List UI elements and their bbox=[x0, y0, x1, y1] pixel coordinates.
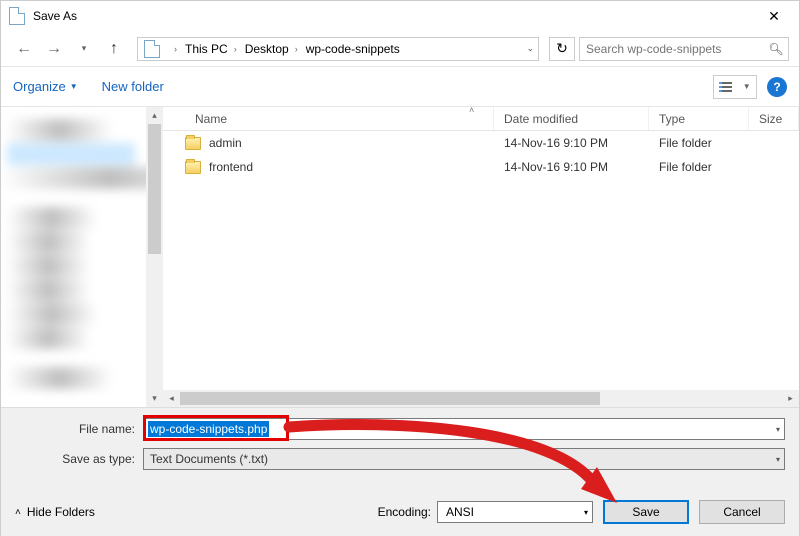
address-bar[interactable]: › This PC› Desktop› wp-code-snippets ⌄ bbox=[137, 37, 539, 61]
file-date: 14-Nov-16 9:10 PM bbox=[494, 136, 649, 150]
chevron-down-icon: ▼ bbox=[743, 82, 751, 91]
scroll-up-icon[interactable]: ▴ bbox=[146, 107, 163, 124]
encoding-combobox[interactable]: ANSI ▾ bbox=[437, 501, 593, 523]
save-button[interactable]: Save bbox=[603, 500, 689, 524]
cancel-button[interactable]: Cancel bbox=[699, 500, 785, 524]
main-pane: ▴ ▾ ˄ Name Date modified Type Size admin… bbox=[1, 107, 799, 407]
column-size[interactable]: Size bbox=[749, 107, 799, 130]
recent-locations-button[interactable]: ▾ bbox=[71, 36, 97, 62]
file-date: 14-Nov-16 9:10 PM bbox=[494, 160, 649, 174]
savetype-label: Save as type: bbox=[15, 452, 143, 466]
file-list-body[interactable]: admin 14-Nov-16 9:10 PM File folder fron… bbox=[163, 131, 799, 390]
document-icon bbox=[9, 7, 25, 25]
window-title: Save As bbox=[33, 9, 751, 23]
view-options-button[interactable]: ▼ bbox=[713, 75, 757, 99]
encoding-value: ANSI bbox=[442, 505, 474, 519]
hide-folders-label: Hide Folders bbox=[27, 505, 95, 519]
file-name: admin bbox=[209, 136, 242, 150]
titlebar: Save As ✕ bbox=[1, 1, 799, 31]
file-name: frontend bbox=[209, 160, 253, 174]
breadcrumb-label: This PC bbox=[185, 42, 228, 56]
action-bar: ˄ Hide Folders Encoding: ANSI ▾ Save Can… bbox=[1, 488, 799, 536]
chevron-down-icon[interactable]: ▾ bbox=[776, 425, 780, 434]
encoding-label: Encoding: bbox=[378, 505, 431, 519]
hide-folders-button[interactable]: ˄ Hide Folders bbox=[15, 505, 95, 519]
file-list: ˄ Name Date modified Type Size admin 14-… bbox=[163, 107, 799, 407]
breadcrumb-segment[interactable]: Desktop› bbox=[241, 38, 302, 60]
scroll-thumb[interactable] bbox=[180, 392, 600, 405]
filename-input[interactable]: wp-code-snippets.php ▾ bbox=[143, 418, 785, 440]
filename-value: wp-code-snippets.php bbox=[148, 421, 269, 437]
help-button[interactable]: ? bbox=[767, 77, 787, 97]
list-scrollbar[interactable]: ◂ ▸ bbox=[163, 390, 799, 407]
chevron-down-icon: ▼ bbox=[70, 82, 78, 91]
close-button[interactable]: ✕ bbox=[751, 1, 797, 31]
navbar: ← → ▾ ↑ › This PC› Desktop› wp-code-snip… bbox=[1, 31, 799, 67]
list-view-icon bbox=[719, 82, 732, 92]
chevron-down-icon[interactable]: ▾ bbox=[776, 455, 780, 464]
savetype-combobox[interactable]: Text Documents (*.txt) ▾ bbox=[143, 448, 785, 470]
scroll-left-icon[interactable]: ◂ bbox=[163, 390, 180, 407]
search-box[interactable]: 🔍︎ bbox=[579, 37, 789, 61]
search-input[interactable] bbox=[580, 42, 764, 56]
search-icon[interactable]: 🔍︎ bbox=[764, 42, 788, 56]
breadcrumb-segment[interactable]: wp-code-snippets bbox=[302, 38, 404, 60]
navigation-tree[interactable]: ▴ ▾ bbox=[1, 107, 163, 407]
folder-icon bbox=[185, 161, 201, 174]
forward-button[interactable]: → bbox=[41, 36, 67, 62]
toolbar: Organize ▼ New folder ▼ ? bbox=[1, 67, 799, 107]
folder-icon bbox=[185, 137, 201, 150]
column-type[interactable]: Type bbox=[649, 107, 749, 130]
file-type: File folder bbox=[649, 136, 749, 150]
up-button[interactable]: ↑ bbox=[101, 36, 127, 62]
column-name[interactable]: Name bbox=[163, 107, 494, 130]
breadcrumb-label: wp-code-snippets bbox=[306, 42, 400, 56]
sort-indicator-icon: ˄ bbox=[469, 105, 474, 115]
column-date[interactable]: Date modified bbox=[494, 107, 649, 130]
folder-icon bbox=[144, 40, 160, 58]
scroll-down-icon[interactable]: ▾ bbox=[146, 390, 163, 407]
scroll-right-icon[interactable]: ▸ bbox=[782, 390, 799, 407]
back-button[interactable]: ← bbox=[11, 36, 37, 62]
breadcrumb-label: Desktop bbox=[245, 42, 289, 56]
tree-scrollbar[interactable]: ▴ ▾ bbox=[146, 107, 163, 407]
organize-button[interactable]: Organize ▼ bbox=[13, 79, 78, 94]
new-folder-label: New folder bbox=[102, 79, 164, 94]
column-headers[interactable]: Name Date modified Type Size bbox=[163, 107, 799, 131]
file-type: File folder bbox=[649, 160, 749, 174]
filename-label: File name: bbox=[15, 422, 143, 436]
savetype-value: Text Documents (*.txt) bbox=[144, 452, 268, 466]
save-form: File name: wp-code-snippets.php ▾ Save a… bbox=[1, 407, 799, 488]
chevron-down-icon[interactable]: ▾ bbox=[584, 508, 588, 517]
list-item[interactable]: frontend 14-Nov-16 9:10 PM File folder bbox=[163, 155, 799, 179]
refresh-button[interactable]: ↻ bbox=[549, 37, 575, 61]
list-item[interactable]: admin 14-Nov-16 9:10 PM File folder bbox=[163, 131, 799, 155]
address-dropdown-icon[interactable]: ⌄ bbox=[526, 43, 534, 54]
breadcrumb-segment[interactable]: This PC› bbox=[181, 38, 241, 60]
organize-label: Organize bbox=[13, 79, 66, 94]
breadcrumb-segment[interactable]: › bbox=[164, 38, 181, 60]
chevron-up-icon: ˄ bbox=[15, 507, 21, 518]
new-folder-button[interactable]: New folder bbox=[102, 79, 164, 94]
scroll-thumb[interactable] bbox=[148, 124, 161, 254]
